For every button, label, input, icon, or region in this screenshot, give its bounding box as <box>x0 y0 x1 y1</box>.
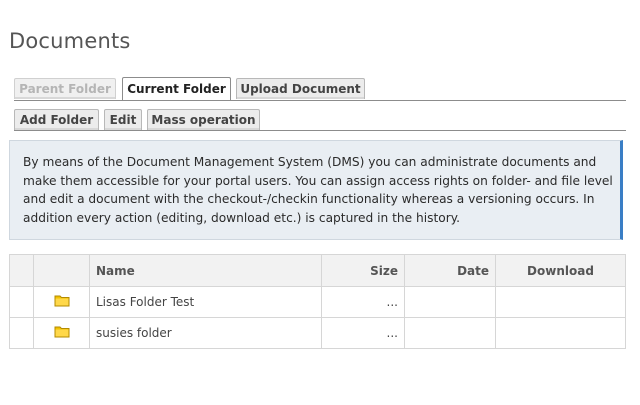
column-download-header[interactable]: Download <box>495 254 626 287</box>
row-name[interactable]: susies folder <box>89 317 322 349</box>
edit-button[interactable]: Edit <box>104 109 142 130</box>
row-date <box>404 317 496 349</box>
table-header: Name Size Date Download <box>9 254 626 287</box>
add-folder-button[interactable]: Add Folder <box>14 109 99 130</box>
tab-parent-folder[interactable]: Parent Folder <box>14 78 116 99</box>
column-name-header[interactable]: Name <box>89 254 322 287</box>
row-icon-cell <box>33 286 90 318</box>
info-box: By means of the Document Management Syst… <box>9 140 623 240</box>
column-select-header <box>9 254 34 287</box>
row-select-cell <box>9 286 34 318</box>
row-select-cell <box>9 317 34 349</box>
folder-icon[interactable] <box>54 325 70 341</box>
tab-upload-document[interactable]: Upload Document <box>236 78 365 99</box>
action-buttons: Add Folder Edit Mass operation <box>14 109 626 131</box>
column-icon-header <box>33 254 90 287</box>
page-title: Documents <box>9 29 131 53</box>
documents-table: Name Size Date Download Lisas Folder Tes… <box>9 254 626 349</box>
row-download <box>495 286 626 318</box>
row-icon-cell <box>33 317 90 349</box>
tab-current-folder[interactable]: Current Folder <box>122 77 231 100</box>
row-size: ... <box>321 317 405 349</box>
folder-tabs: Parent Folder Current Folder Upload Docu… <box>14 77 626 101</box>
table-row[interactable]: susies folder ... <box>9 317 626 349</box>
row-name[interactable]: Lisas Folder Test <box>89 286 322 318</box>
table-row[interactable]: Lisas Folder Test ... <box>9 286 626 318</box>
mass-operation-button[interactable]: Mass operation <box>147 109 260 130</box>
folder-icon[interactable] <box>54 294 70 310</box>
info-text: By means of the Document Management Syst… <box>23 155 613 225</box>
row-download <box>495 317 626 349</box>
row-date <box>404 286 496 318</box>
column-date-header[interactable]: Date <box>404 254 496 287</box>
column-size-header[interactable]: Size <box>321 254 405 287</box>
row-size: ... <box>321 286 405 318</box>
